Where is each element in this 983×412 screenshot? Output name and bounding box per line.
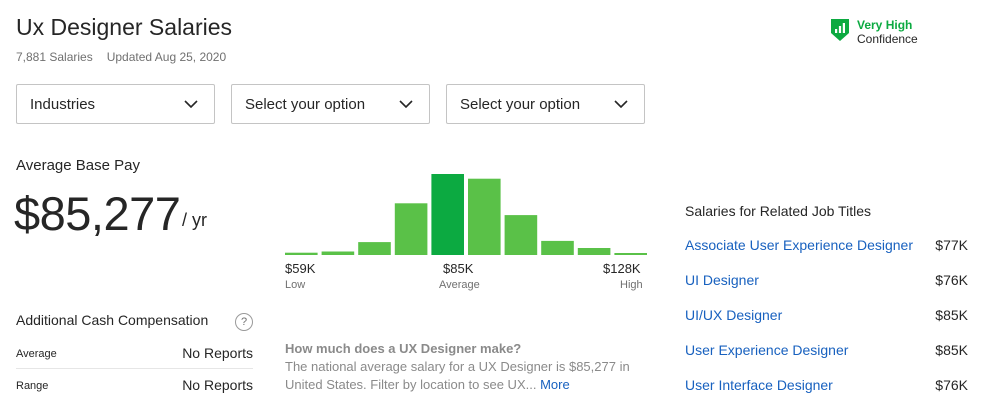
filter-dropdown-2[interactable]: Select your option [231, 84, 430, 124]
histogram-high-label: High [620, 279, 643, 291]
chevron-down-icon [184, 100, 198, 108]
histogram-bar [285, 252, 318, 255]
dropdown-value: Select your option [245, 95, 366, 113]
related-title-salary: $85K [935, 342, 968, 358]
faq-answer: The national average salary for a UX Des… [285, 358, 650, 394]
related-title-link[interactable]: UI Designer [685, 272, 915, 288]
filter-dropdown-3[interactable]: Select your option [446, 84, 645, 124]
chevron-down-icon [614, 100, 628, 108]
salary-histogram [285, 174, 647, 255]
faq-question: How much does a UX Designer make? [285, 341, 522, 356]
help-icon[interactable]: ? [235, 313, 253, 331]
row-divider [16, 368, 253, 369]
histogram-bar [468, 178, 501, 255]
average-base-pay-value: $85,277 [14, 187, 181, 240]
cash-average-label: Average [16, 348, 57, 360]
additional-cash-title: Additional Cash Compensation [16, 312, 209, 328]
chevron-down-icon [399, 100, 413, 108]
faq-answer-text: The national average salary for a UX Des… [285, 359, 630, 392]
related-title-salary: $85K [935, 307, 968, 323]
histogram-bar [394, 203, 428, 255]
related-title-link[interactable]: User Experience Designer [685, 342, 915, 358]
cash-average-value: No Reports [182, 345, 253, 361]
average-base-pay-label: Average Base Pay [16, 157, 140, 174]
salary-count: 7,881 Salaries [16, 50, 93, 64]
dropdown-value: Select your option [460, 95, 581, 113]
histogram-bar [358, 242, 391, 255]
related-title-link[interactable]: Associate User Experience Designer [685, 237, 915, 253]
confidence-label: Confidence [857, 32, 918, 46]
histogram-bar [504, 215, 538, 255]
histogram-bar [431, 174, 464, 255]
related-title-link[interactable]: UI/UX Designer [685, 307, 915, 323]
confidence-level: Very High [857, 18, 913, 32]
related-title-salary: $76K [935, 272, 968, 288]
histogram-average-value: $85K [443, 261, 474, 276]
related-title-salary: $77K [935, 237, 968, 253]
histogram-bar [541, 240, 574, 255]
related-title-salary: $76K [935, 377, 968, 393]
dropdown-value: Industries [30, 95, 96, 113]
pay-period: / yr [182, 210, 207, 230]
related-title-link[interactable]: User Interface Designer [685, 377, 915, 393]
confidence-badge: Very High Confidence [830, 18, 918, 46]
updated-date: Updated Aug 25, 2020 [106, 50, 227, 64]
page-title: Ux Designer Salaries [16, 14, 233, 40]
histogram-average-label: Average [439, 279, 480, 291]
histogram-low-label: Low [285, 279, 306, 291]
cash-range-value: No Reports [182, 377, 253, 393]
histogram-high-value: $128K [603, 261, 641, 276]
histogram-bar [321, 251, 355, 255]
histogram-bar [577, 248, 611, 255]
histogram-low-value: $59K [285, 261, 316, 276]
related-titles-heading: Salaries for Related Job Titles [685, 203, 871, 219]
salary-meta: 7,881 Salaries Updated Aug 25, 2020 [16, 50, 226, 64]
more-link[interactable]: More [540, 377, 570, 392]
shield-bar-chart-icon [831, 19, 849, 41]
industries-dropdown[interactable]: Industries [16, 84, 215, 124]
cash-range-label: Range [16, 380, 49, 392]
histogram-bar [614, 253, 647, 255]
